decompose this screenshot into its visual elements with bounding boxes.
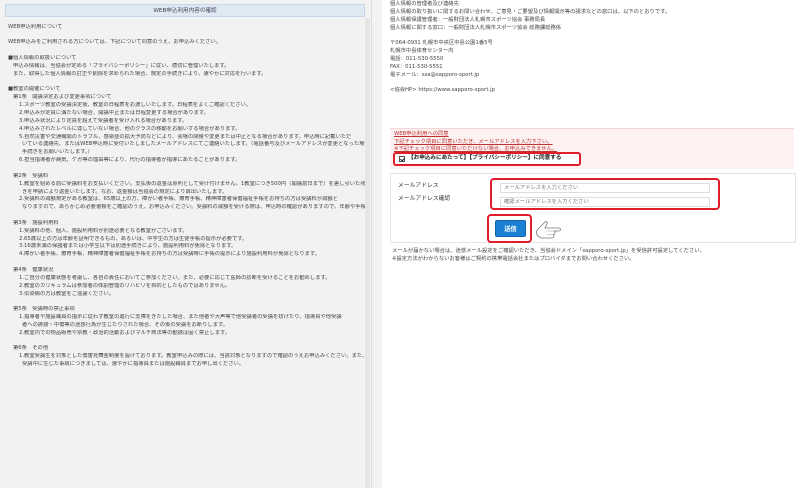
notice-line-1: メールが届かない場合は、迷惑メール設定をご確認いただき、当協会ドメイン「sapp…	[392, 248, 705, 254]
pointing-hand-icon	[536, 221, 561, 239]
terms-text-line: なりますので、あらかじめ必要書類をご確認のうえ、お申込みください。受講料の減額を…	[22, 204, 366, 211]
contact-text-line: FAX：011-530-5551	[390, 63, 443, 70]
terms-text-line: 3.伝染病の方は教室をご遠慮ください。	[19, 290, 115, 297]
email-label: メールアドレス	[398, 183, 439, 189]
contact-text-line: 個人情報保護管理者：一般財団法人札幌市スポーツ協会 事務局長	[390, 16, 546, 23]
terms-text-line: 1.ご自分の健康状態を考慮し、各自の責任においてご参加ください。また、必要に応じ…	[19, 274, 331, 281]
contact-text-line: <協会HP> https://www.sapporo-sport.jp	[390, 86, 495, 93]
form-panel: 個人情報の管理者及び連絡先 個人情報の取り扱いに関するお問い合わせ、ご意見・ご要望…	[382, 0, 800, 488]
terms-text-line: 6.担当指導者が病気、ケガ等の理由等により、代行の指導者が指導にあたることがあり…	[19, 157, 241, 164]
terms-text-line: 1.教室を始める前に受講料をお支払いください。支払後の返金は原則として受け付けま…	[19, 180, 366, 187]
terms-text-line: 第6条 その他	[13, 345, 49, 352]
terms-text-line: ■教室の開催について	[8, 86, 61, 93]
terms-text-line: 第2条 受講料	[13, 172, 49, 179]
terms-text-line: 2.65歳以上の方は年齢を証明できるもの、あるいは、中学生の方は生徒手帳の提示が…	[19, 235, 248, 242]
terms-text-line: 5.自然災害や交通機関のトラブル、感染症の拡大予防などにより、会場の閉館や変更ま…	[19, 133, 352, 140]
terms-scrollbar[interactable]	[365, 18, 370, 488]
contact-text-line: 電話：011-530-5550	[390, 55, 444, 62]
terms-text-line: 申込み情報は、当協会が定める「プライバシーポリシー」に従い、適切に管理いたします…	[13, 62, 230, 69]
terms-text-line: 第5条 受講時の禁止事項	[13, 305, 75, 312]
terms-text-line: 者への誹謗・中傷等の迷惑行為が生じたりされた場合、その後の受講をお断りします。	[22, 321, 229, 328]
terms-text-line: 1.スポーツ教室の受講決定後、教室の日程表をお渡しいたします。日程表をよくご確認…	[19, 102, 252, 109]
send-button[interactable]: 送信	[495, 220, 526, 237]
terms-text-line: 3.申込み状況により定員を超えて受講者を受け入れる場合があります。	[19, 117, 188, 124]
consent-title-link[interactable]: WEB申込利用への同意	[394, 131, 449, 138]
agree-checkbox-label[interactable]: 【お申込みにあたって】【プライバシーポリシー】に同意する	[408, 155, 561, 163]
terms-text-line: また、取得した個人情報の訂正や削除を求められた場合、規定の手続きにより、速やかに…	[13, 70, 267, 77]
terms-text-line: 手続きをお願いいたします。）	[22, 149, 93, 156]
terms-panel: WEB申込利用内容の確認 WEB申込利用について WEB申込みをご利用される方につ…	[0, 0, 372, 488]
contact-text-line: 〒064-0931 札幌市中央区中島公園1番5号	[390, 39, 493, 46]
terms-text-line: きを申請により返金いたします。なお、返金額は当協会の規定により算出いたします。	[22, 188, 228, 195]
email-input[interactable]	[500, 183, 710, 193]
delivery-notice: メールが届かない場合は、迷惑メール設定をご確認いただき、当協会ドメイン「sapp…	[392, 248, 796, 264]
terms-text-line: 2.申込みが定員に満たない場合、開講中止または日程変更する場合があります。	[19, 109, 209, 116]
agree-checkbox-row[interactable]: 【お申込みにあたって】【プライバシーポリシー】に同意する	[393, 152, 581, 166]
terms-text-line: 受講中に生じた事故につきましては、速やかに指導員または施設職員までお申し出くださ…	[22, 360, 245, 367]
terms-text-line: 第3条 施設利用料	[13, 219, 59, 226]
contact-text-line: 電子メール：ssa@sapporo-sport.jp	[390, 71, 480, 78]
terms-text-line: 2.教室のカリキュラムは参加者の体調管理のリハビリを目的としたものではありません…	[19, 282, 231, 289]
terms-text-line: WEB申込利用について	[8, 24, 63, 30]
email-confirm-input[interactable]	[500, 197, 710, 207]
terms-text-line: ■個人情報の取扱いについて	[8, 54, 77, 61]
terms-text-line: WEB申込みをご利用される方については、下記について同意のうえ、お申込みください…	[8, 39, 222, 46]
terms-text-line: 2.受講料の減額規定がある教室は、65歳以上の方、障がい者手帳、療育手帳、精神障…	[19, 196, 339, 203]
terms-text-line: いている連絡先、またはWEB申込時に受付いたしましたメールアドレスにてご連絡いた…	[22, 141, 366, 148]
terms-text-line: 1.教室受講生を対象とした傷害見舞金制度を設けております。教室申込みの際には、当…	[19, 353, 366, 360]
contact-info: 個人情報の管理者及び連絡先 個人情報の取り扱いに関するお問い合わせ、ご意見・ご要望…	[390, 1, 770, 117]
terms-text-line: 第4条 健康状況	[13, 266, 54, 273]
contact-text-line: 個人情報の取り扱いに関するお問い合わせ、ご意見・ご要望及び情報開示等の請求などの…	[390, 8, 671, 15]
email-fields-group	[490, 178, 720, 210]
contact-text-line: 個人情報の管理者及び連絡先	[390, 1, 459, 7]
terms-body: WEB申込利用について WEB申込みをご利用される方については、下記について同意の…	[8, 24, 366, 369]
terms-panel-header: WEB申込利用内容の確認	[5, 4, 365, 17]
terms-text-line: 4.障がい者手帳、療育手帳、精神障害者保健福祉手帳をお持ちの方は受講時に手帳の提…	[19, 251, 320, 258]
terms-text-line: 4.申込みされたレベルに達していない場合、他のクラスの移動をお願いする場合があり…	[19, 125, 241, 132]
terms-text-line: 第1条 開講決定および変更事項について	[13, 94, 112, 101]
agree-checkbox[interactable]	[399, 156, 405, 162]
terms-text-line: 1.指導者や施設職員の指示に従わず教室の進行に支障をきたした場合、また他者や大声…	[19, 313, 342, 320]
contact-text-line: 札幌市中島体育センター内	[390, 47, 454, 54]
notice-line-2: ※設定方法がわからないお客様はご契約の携帯電話会社またはプロバイダまでお問い合わ…	[392, 256, 635, 262]
send-button-frame: 送信	[487, 214, 532, 243]
email-confirm-label: メールアドレス確認	[398, 196, 451, 202]
terms-text-line: 3.16歳未満の保護者または小学生以下は別途手続きにより、施設利用料が免除となり…	[19, 243, 237, 250]
terms-text-line: 1.受講料の他、個人、施設利用料が別途必要となる教室がございます。	[19, 227, 188, 234]
contact-text-line: 個人情報に関する窓口：一般財団法人札幌市スポーツ協会 総務課総務係	[390, 24, 562, 31]
terms-text-line: 2.教室内での物品販売や宗教・政治的活動およびマルチ商法等の勧誘は固く禁止します…	[19, 329, 231, 336]
